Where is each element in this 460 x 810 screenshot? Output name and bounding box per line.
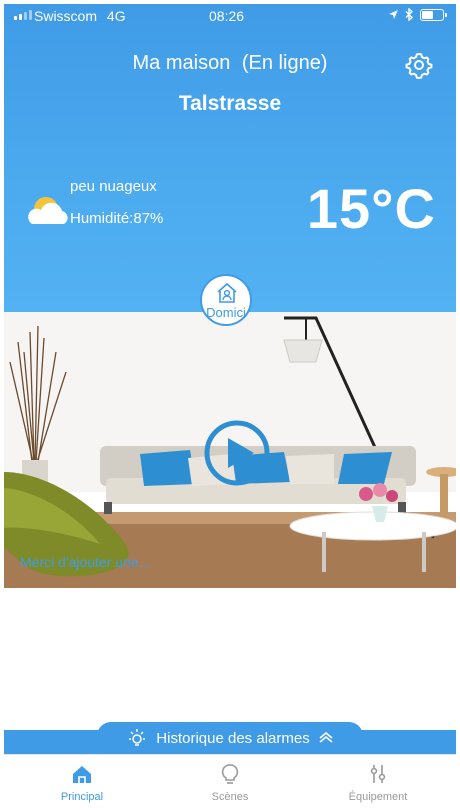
tab-label: Équipement xyxy=(348,791,408,803)
bulb-icon xyxy=(129,729,146,746)
battery-icon xyxy=(420,8,447,21)
tab-principal[interactable]: Principal xyxy=(22,755,142,806)
header-panel: Swisscom 4G 08:26 Ma maison (En ligne) T… xyxy=(4,4,456,312)
home-name: Ma maison xyxy=(132,52,231,74)
tab-scenes[interactable]: Scènes xyxy=(170,755,290,806)
gear-icon[interactable] xyxy=(404,50,434,80)
signal-icon xyxy=(14,10,32,20)
add-device-message[interactable]: Merci d'ajouter une... xyxy=(20,554,150,570)
carrier-text: Swisscom 4G xyxy=(34,8,126,24)
house-person-icon xyxy=(217,282,237,303)
street-name: Talstrasse xyxy=(178,92,282,115)
alarm-history-button[interactable]: Historique des alarmes xyxy=(97,722,363,754)
app-screen: Swisscom 4G 08:26 Ma maison (En ligne) T… xyxy=(4,4,456,806)
home-icon xyxy=(73,766,91,783)
home-title: Ma maison (En ligne) xyxy=(4,52,456,75)
connection-status: (En ligne) xyxy=(241,52,328,74)
tab-label: Principal xyxy=(60,791,104,803)
tab-bar: Principal Scènes Équipement xyxy=(4,754,456,806)
equalizer-icon xyxy=(370,765,386,783)
carrier-name: Swisscom xyxy=(34,8,98,24)
bluetooth-icon xyxy=(405,8,414,21)
bulb-icon xyxy=(221,764,239,784)
play-icon[interactable] xyxy=(202,418,272,488)
network-type: 4G xyxy=(106,8,126,24)
clock: 08:26 xyxy=(209,8,245,24)
partly-cloudy-icon xyxy=(28,196,68,224)
humidity-text: Humidité:87% xyxy=(70,210,164,227)
status-bar: Swisscom 4G 08:26 xyxy=(4,4,456,28)
tab-label: Scènes xyxy=(211,791,249,803)
tab-equipement[interactable]: Équipement xyxy=(318,755,438,806)
home-mode-label: Domici xyxy=(206,305,246,320)
double-chevron-up-icon xyxy=(319,732,333,743)
temperature: 15°C xyxy=(306,177,436,240)
location-arrow-icon xyxy=(389,10,398,19)
weather-description: peu nuageux xyxy=(70,178,157,195)
home-mode-button[interactable]: Domici xyxy=(200,274,252,326)
alarm-history-label: Historique des alarmes xyxy=(156,729,310,747)
status-icons xyxy=(388,8,447,21)
